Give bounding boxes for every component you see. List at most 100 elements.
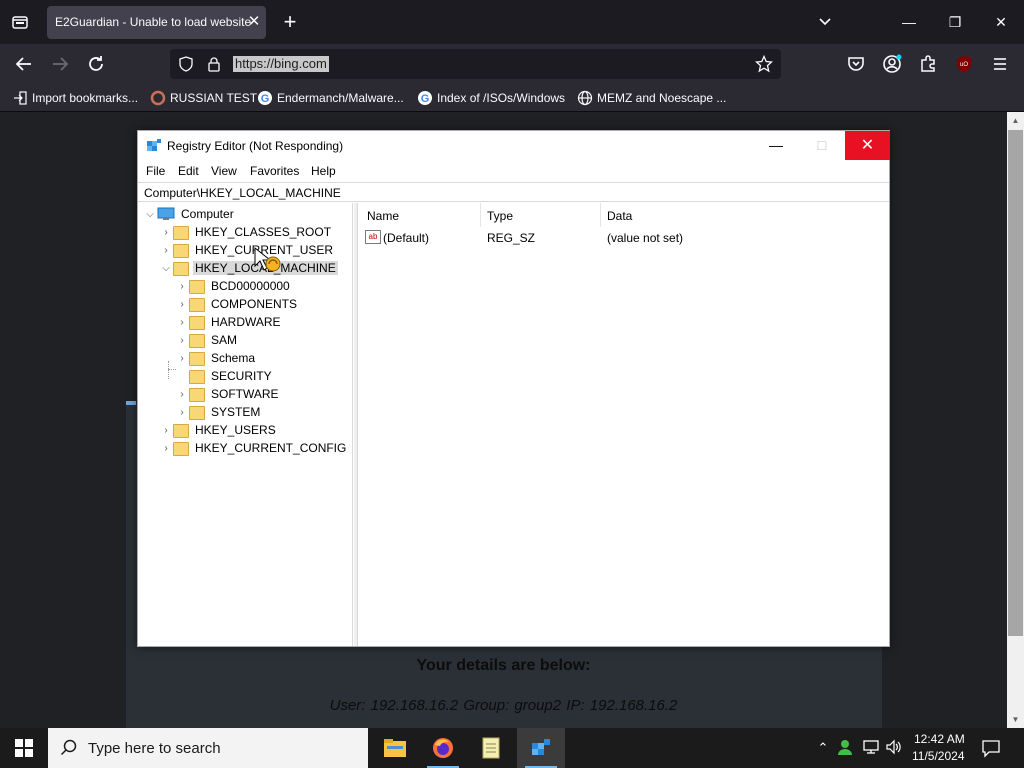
pocket-button[interactable] — [844, 52, 868, 76]
bookmark-import[interactable]: Import bookmarks... — [12, 90, 138, 106]
extensions-button[interactable] — [916, 52, 940, 76]
column-divider[interactable] — [600, 203, 601, 227]
taskbar-search-box[interactable]: Type here to search — [48, 728, 368, 768]
regedit-values-pane[interactable]: Name Type Data ab (Default) REG_SZ (valu… — [359, 203, 888, 646]
chevron-down-icon[interactable]: ⌵ — [159, 263, 173, 274]
chevron-right-icon[interactable]: › — [159, 227, 173, 238]
chevron-right-icon[interactable]: › — [159, 425, 173, 436]
tree-node-security[interactable]: SECURITY — [175, 367, 274, 385]
tree-node-hku[interactable]: › HKEY_USERS — [159, 421, 278, 439]
bookmark-star-icon[interactable] — [754, 54, 774, 76]
scroll-down-arrow[interactable]: ▼ — [1008, 712, 1023, 727]
column-divider[interactable] — [480, 203, 481, 227]
tree-node-hkcr[interactable]: › HKEY_CLASSES_ROOT — [159, 223, 333, 241]
regedit-close-button[interactable]: ✕ — [845, 131, 890, 160]
chevron-right-icon[interactable]: › — [159, 443, 173, 454]
taskbar-registry-editor[interactable] — [517, 728, 565, 768]
back-button[interactable] — [12, 52, 36, 76]
ublock-origin-icon: uO — [957, 56, 971, 72]
bookmark-label: MEMZ and Noescape ... — [597, 91, 727, 105]
regedit-title-bar[interactable]: Registry Editor (Not Responding) — ☐ ✕ — [138, 131, 890, 161]
browser-restore-button[interactable]: ❐ — [943, 10, 967, 34]
tree-node-hklm[interactable]: ⌵ HKEY_LOCAL_MACHINE — [159, 259, 338, 277]
regedit-address-bar[interactable]: Computer\HKEY_LOCAL_MACHINE — [138, 182, 889, 202]
chevron-right-icon[interactable]: › — [175, 407, 189, 418]
url-bar[interactable]: https://bing.com — [170, 49, 781, 79]
app-menu-button[interactable] — [988, 52, 1012, 76]
regedit-tree-pane[interactable]: ⌵ Computer › HKEY_CLASSES_ROOT › HKEY_CU… — [139, 203, 353, 646]
tree-node-label: SOFTWARE — [211, 387, 279, 401]
volume-icon[interactable] — [884, 738, 904, 758]
column-header-type[interactable]: Type — [487, 209, 513, 223]
regedit-address-text[interactable]: Computer\HKEY_LOCAL_MACHINE — [144, 186, 341, 200]
lock-icon[interactable] — [206, 56, 222, 75]
tree-node-hardware[interactable]: › HARDWARE — [175, 313, 283, 331]
chevron-right-icon[interactable]: › — [175, 389, 189, 400]
tray-user-icon[interactable] — [836, 738, 856, 758]
chevron-right-icon[interactable]: › — [175, 317, 189, 328]
tab-title: E2Guardian - Unable to load website — [55, 15, 252, 29]
bookmark-label: Index of /ISOs/Windows — [437, 91, 566, 105]
chevron-right-icon[interactable]: › — [175, 335, 189, 346]
chevron-right-icon[interactable]: › — [175, 281, 189, 292]
page-scroll-thumb[interactable] — [1008, 130, 1023, 636]
network-icon[interactable] — [861, 738, 881, 758]
tree-node-hkcu[interactable]: › HKEY_CURRENT_USER — [159, 241, 335, 259]
new-tab-button[interactable]: + — [279, 9, 301, 35]
pane-splitter[interactable] — [354, 203, 358, 646]
value-type: REG_SZ — [487, 231, 536, 245]
column-header-data[interactable]: Data — [607, 209, 632, 223]
registry-editor-icon — [532, 739, 550, 755]
registry-editor-window[interactable]: Registry Editor (Not Responding) — ☐ ✕ F… — [137, 130, 890, 647]
bookmark-endermanch[interactable]: G Endermanch/Malware... — [257, 90, 404, 106]
menu-file[interactable]: File — [146, 164, 165, 178]
menu-edit[interactable]: Edit — [178, 164, 199, 178]
tree-node-software[interactable]: › SOFTWARE — [175, 385, 281, 403]
chevron-right-icon[interactable]: › — [159, 245, 173, 256]
tree-node-label: SYSTEM — [211, 405, 261, 419]
browser-close-button[interactable]: ✕ — [989, 10, 1013, 34]
taskbar-firefox[interactable] — [419, 728, 467, 768]
reload-button[interactable] — [84, 52, 108, 76]
globe-icon — [577, 90, 593, 106]
browser-minimize-button[interactable]: — — [897, 10, 921, 34]
tree-node-hkcc[interactable]: › HKEY_CURRENT_CONFIG — [159, 439, 348, 457]
regedit-minimize-button[interactable]: — — [753, 131, 799, 161]
bookmark-memz[interactable]: MEMZ and Noescape ... — [577, 90, 726, 106]
regedit-maximize-button[interactable]: ☐ — [799, 131, 845, 161]
clock-time[interactable]: 12:42 AM — [914, 732, 965, 746]
bookmark-russian-test[interactable]: RUSSIAN TEST — [150, 90, 257, 106]
column-header-name[interactable]: Name — [367, 209, 399, 223]
chevron-right-icon[interactable]: › — [175, 299, 189, 310]
folder-icon — [173, 244, 189, 258]
start-button[interactable] — [0, 728, 48, 768]
tree-node-schema[interactable]: › Schema — [175, 349, 257, 367]
menu-view[interactable]: View — [211, 164, 237, 178]
tree-node-sam[interactable]: › SAM — [175, 331, 239, 349]
shield-icon[interactable] — [178, 56, 194, 75]
tree-node-bcd[interactable]: › BCD00000000 — [175, 277, 292, 295]
folder-icon — [189, 406, 205, 420]
tree-node-components[interactable]: › COMPONENTS — [175, 295, 299, 313]
tree-node-computer[interactable]: ⌵ Computer — [143, 205, 236, 223]
bookmark-isos[interactable]: G Index of /ISOs/Windows — [417, 90, 565, 106]
chevron-right-icon[interactable]: › — [175, 353, 189, 364]
url-text[interactable]: https://bing.com — [233, 56, 329, 72]
chevron-down-icon[interactable]: ⌵ — [143, 209, 157, 220]
scroll-up-arrow[interactable]: ▲ — [1008, 113, 1023, 128]
taskbar-file-explorer[interactable] — [371, 728, 419, 768]
tab-close-icon[interactable]: ✕ — [246, 13, 262, 31]
clock-date[interactable]: 11/5/2024 — [912, 749, 965, 763]
ublock-button[interactable]: uO — [952, 52, 976, 76]
list-all-tabs-button[interactable] — [813, 10, 837, 34]
account-button[interactable] — [880, 52, 904, 76]
forward-button[interactable] — [48, 52, 72, 76]
browser-tab-active[interactable]: E2Guardian - Unable to load website ✕ — [47, 6, 266, 39]
show-hidden-icons-chevron-up-icon[interactable]: ⌃ — [813, 738, 833, 758]
taskbar-notepad[interactable] — [467, 728, 515, 768]
notification-center-icon[interactable] — [981, 738, 1001, 758]
menu-favorites[interactable]: Favorites — [250, 164, 299, 178]
tree-node-system[interactable]: › SYSTEM — [175, 403, 262, 421]
firefox-view-button[interactable] — [8, 10, 32, 34]
menu-help[interactable]: Help — [311, 164, 336, 178]
